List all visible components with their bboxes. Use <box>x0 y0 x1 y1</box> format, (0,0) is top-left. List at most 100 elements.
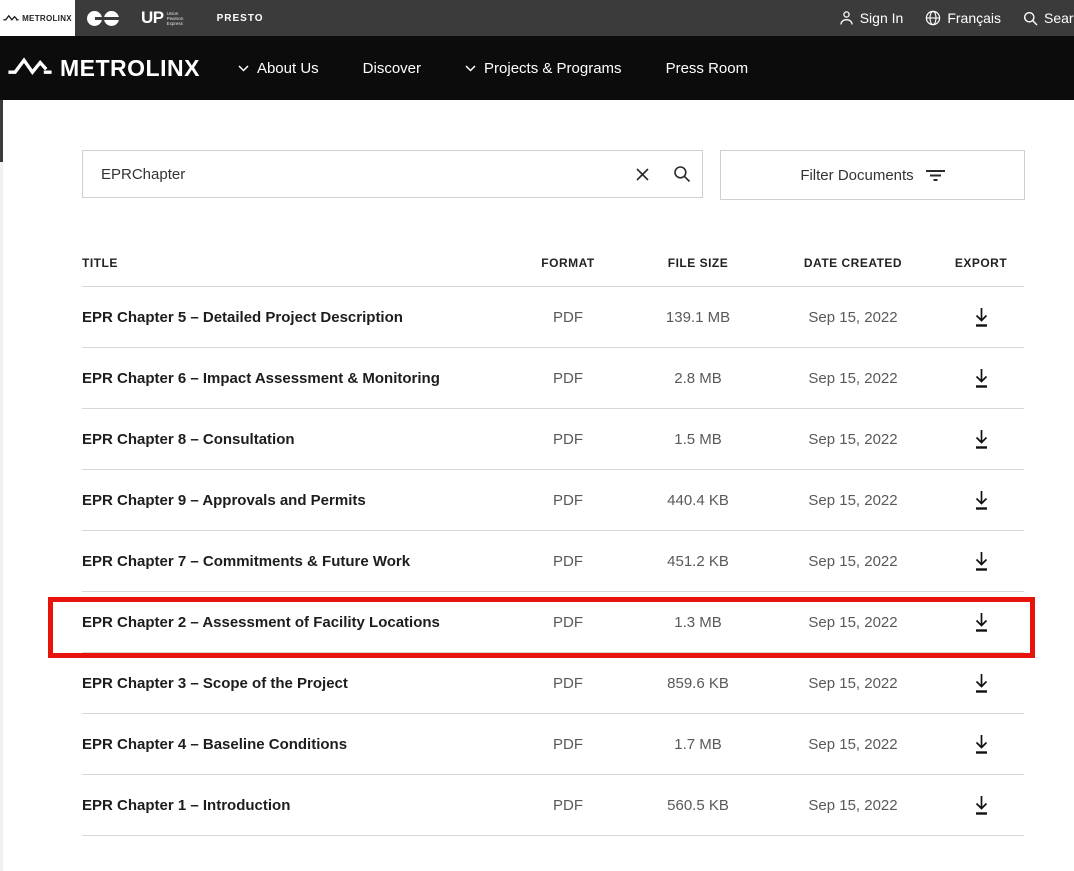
document-date-created: Sep 15, 2022 <box>768 614 938 631</box>
go-logo-o-icon <box>104 11 119 26</box>
download-icon <box>973 368 990 388</box>
metrolinx-mark-icon <box>3 14 19 23</box>
document-format: PDF <box>508 797 628 814</box>
table-row: EPR Chapter 8 – Consultation PDF 1.5 MB … <box>82 409 1024 470</box>
document-file-size: 1.7 MB <box>628 736 768 753</box>
document-title: EPR Chapter 7 – Commitments & Future Wor… <box>82 553 508 570</box>
document-format: PDF <box>508 553 628 570</box>
document-file-size: 139.1 MB <box>628 309 768 326</box>
document-title: EPR Chapter 6 – Impact Assessment & Moni… <box>82 370 508 387</box>
document-date-created: Sep 15, 2022 <box>768 736 938 753</box>
document-title: EPR Chapter 5 – Detailed Project Descrip… <box>82 309 508 326</box>
download-button[interactable] <box>965 486 998 514</box>
download-icon <box>973 673 990 693</box>
document-file-size: 560.5 KB <box>628 797 768 814</box>
document-title: EPR Chapter 1 – Introduction <box>82 797 508 814</box>
nav-item-label: Press Room <box>666 60 749 77</box>
document-format: PDF <box>508 370 628 387</box>
document-title: EPR Chapter 2 – Assessment of Facility L… <box>82 614 508 631</box>
document-date-created: Sep 15, 2022 <box>768 675 938 692</box>
nav-item-projects-programs[interactable]: Projects & Programs <box>465 60 622 77</box>
document-date-created: Sep 15, 2022 <box>768 553 938 570</box>
column-header-title: TITLE <box>82 256 508 270</box>
up-logo-text: UP <box>141 8 164 28</box>
document-file-size: 859.6 KB <box>628 675 768 692</box>
nav-item-press-room[interactable]: Press Room <box>666 60 749 77</box>
document-date-created: Sep 15, 2022 <box>768 797 938 814</box>
document-date-created: Sep 15, 2022 <box>768 431 938 448</box>
document-date-created: Sep 15, 2022 <box>768 492 938 509</box>
column-header-file-size: FILE SIZE <box>628 256 768 270</box>
table-row: EPR Chapter 6 – Impact Assessment & Moni… <box>82 348 1024 409</box>
filter-icon <box>926 169 945 181</box>
download-icon <box>973 734 990 754</box>
main-nav: METROLINX About Us Discover Projects & P… <box>0 36 1074 100</box>
column-header-export: EXPORT <box>938 256 1024 270</box>
search-submit-button[interactable] <box>662 151 702 197</box>
search-icon <box>1023 11 1038 26</box>
document-title: EPR Chapter 8 – Consultation <box>82 431 508 448</box>
document-format: PDF <box>508 736 628 753</box>
table-row: EPR Chapter 4 – Baseline Conditions PDF … <box>82 714 1024 775</box>
document-format: PDF <box>508 492 628 509</box>
language-toggle[interactable]: Français <box>925 10 1001 26</box>
nav-item-label: About Us <box>257 60 319 77</box>
document-title: EPR Chapter 4 – Baseline Conditions <box>82 736 508 753</box>
metrolinx-small-logo-text: METROLINX <box>22 14 72 23</box>
sign-in-label: Sign In <box>860 10 904 26</box>
document-format: PDF <box>508 431 628 448</box>
document-title: EPR Chapter 3 – Scope of the Project <box>82 675 508 692</box>
document-file-size: 2.8 MB <box>628 370 768 387</box>
page: METROLINX UP Union Pearson Express PREST… <box>0 0 1074 871</box>
document-file-size: 1.5 MB <box>628 431 768 448</box>
nav-item-discover[interactable]: Discover <box>363 60 421 77</box>
table-header-row: TITLE FORMAT FILE SIZE DATE CREATED EXPO… <box>82 240 1024 287</box>
document-title: EPR Chapter 9 – Approvals and Permits <box>82 492 508 509</box>
download-icon <box>973 490 990 510</box>
download-icon <box>973 612 990 632</box>
download-button[interactable] <box>965 425 998 453</box>
left-scrollbar-thumb[interactable] <box>0 100 3 162</box>
nav-links: About Us Discover Projects & Programs Pr… <box>238 60 748 77</box>
document-search-input[interactable] <box>83 166 622 183</box>
document-search-box <box>82 150 703 198</box>
person-icon <box>839 10 854 26</box>
utility-bar-right: Sign In Français Search <box>839 10 1074 26</box>
nav-item-about-us[interactable]: About Us <box>238 60 319 77</box>
nav-item-label: Projects & Programs <box>484 60 622 77</box>
metrolinx-brand-text: METROLINX <box>60 55 200 82</box>
go-logo-g-icon <box>87 11 102 26</box>
document-file-size: 1.3 MB <box>628 614 768 631</box>
metrolinx-mark-icon <box>8 56 52 80</box>
documents-table: TITLE FORMAT FILE SIZE DATE CREATED EXPO… <box>82 240 1024 836</box>
document-search-row: Filter Documents <box>82 150 1025 200</box>
download-button[interactable] <box>965 669 998 697</box>
download-button[interactable] <box>965 791 998 819</box>
filter-documents-button[interactable]: Filter Documents <box>720 150 1025 200</box>
go-transit-logo[interactable] <box>87 11 119 26</box>
download-button[interactable] <box>965 364 998 392</box>
download-button[interactable] <box>965 730 998 758</box>
filter-documents-label: Filter Documents <box>800 167 913 184</box>
up-express-logo[interactable]: UP Union Pearson Express <box>141 8 193 28</box>
download-icon <box>973 795 990 815</box>
download-button[interactable] <box>965 608 998 636</box>
table-row: EPR Chapter 7 – Commitments & Future Wor… <box>82 531 1024 592</box>
close-icon <box>635 167 650 182</box>
clear-search-button[interactable] <box>622 151 662 197</box>
document-format: PDF <box>508 675 628 692</box>
presto-logo[interactable]: PRESTO <box>217 13 264 24</box>
sign-in-link[interactable]: Sign In <box>839 10 904 26</box>
document-format: PDF <box>508 309 628 326</box>
document-date-created: Sep 15, 2022 <box>768 370 938 387</box>
table-row: EPR Chapter 1 – Introduction PDF 560.5 K… <box>82 775 1024 836</box>
language-label: Français <box>947 10 1001 26</box>
left-scrollbar-track[interactable] <box>0 100 3 871</box>
site-search-link[interactable]: Search <box>1023 10 1074 26</box>
metrolinx-small-logo[interactable]: METROLINX <box>0 0 75 36</box>
column-header-format: FORMAT <box>508 256 628 270</box>
download-button[interactable] <box>965 547 998 575</box>
download-icon <box>973 429 990 449</box>
download-button[interactable] <box>965 303 998 331</box>
metrolinx-home-logo[interactable]: METROLINX <box>8 55 200 82</box>
